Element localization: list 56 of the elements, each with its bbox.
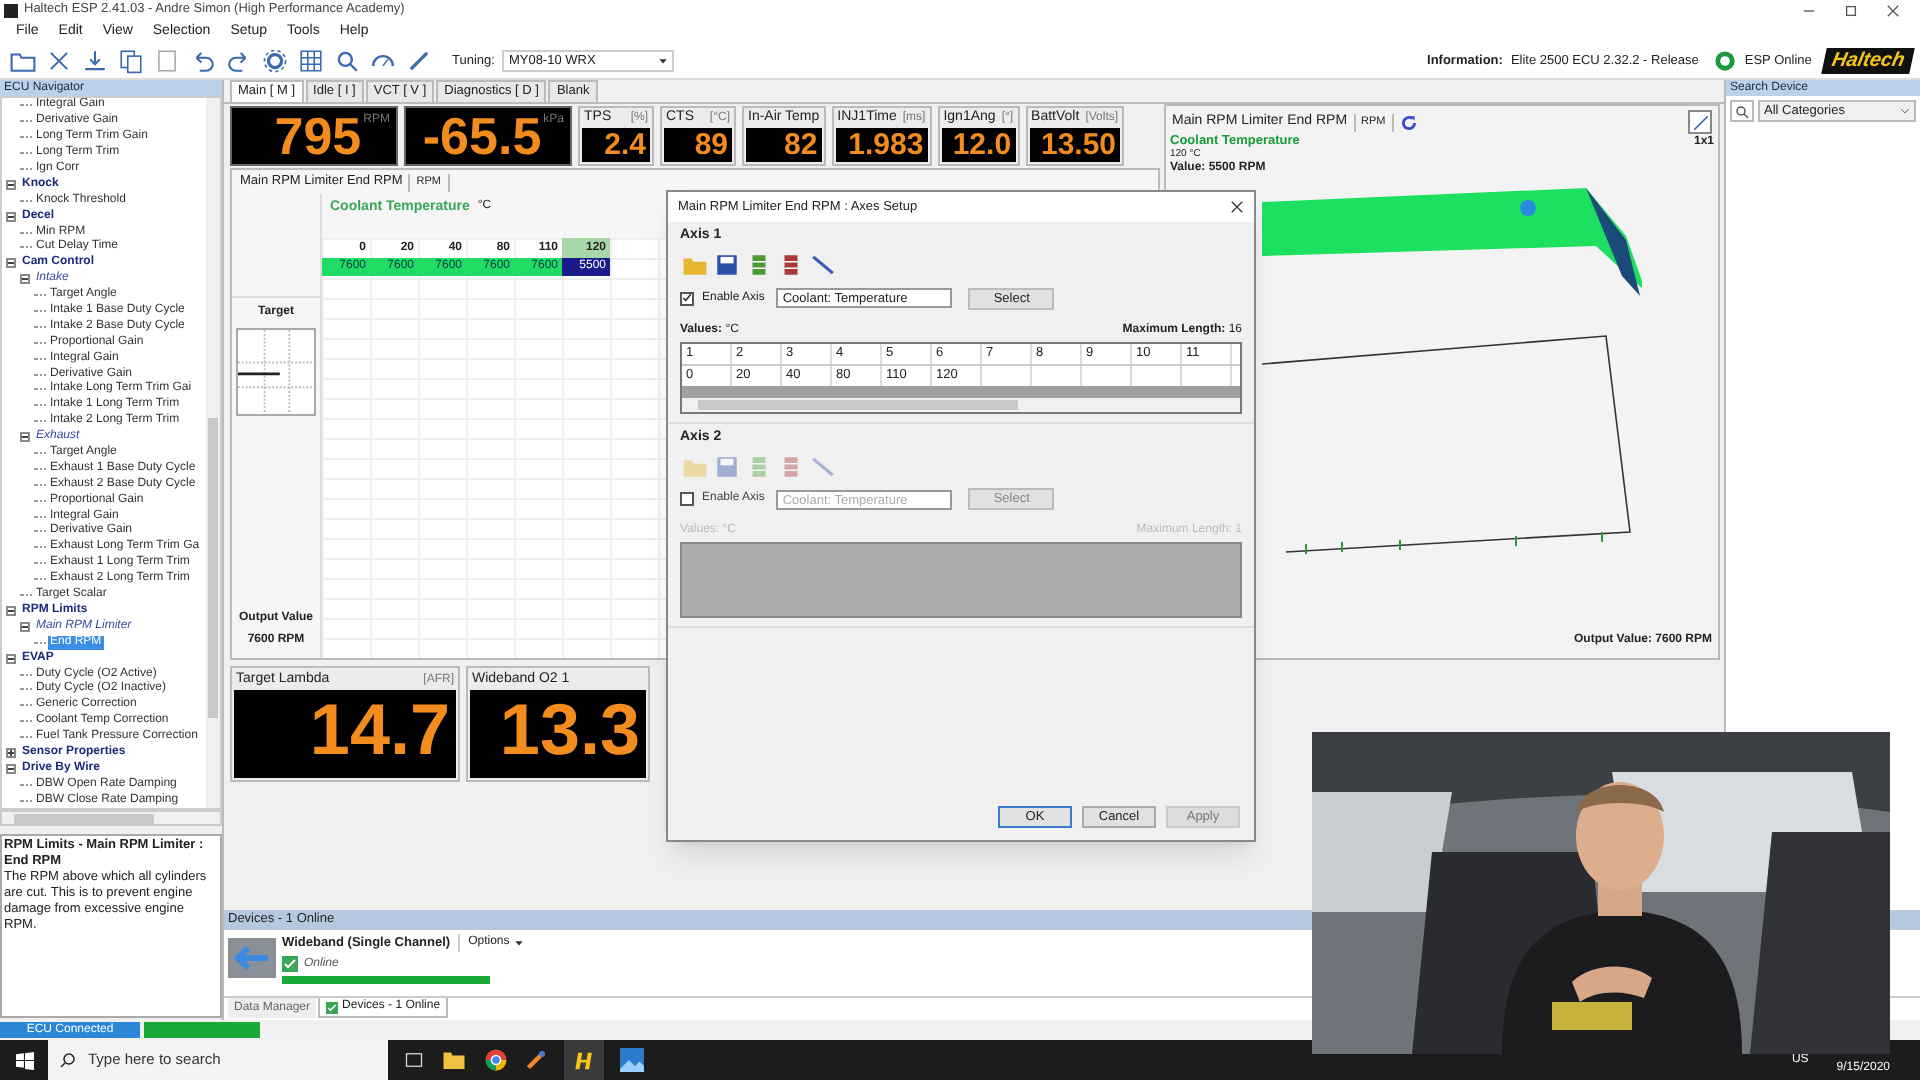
folder-icon[interactable] [8, 47, 36, 75]
gauge-value: 89 [664, 128, 732, 162]
collapse-toggle-icon[interactable] [20, 432, 30, 443]
caret-icon [658, 56, 669, 66]
save-icon[interactable] [712, 251, 740, 279]
gauge-value: 14.7 [234, 690, 456, 778]
grid-icon[interactable] [296, 47, 324, 75]
copy-icon[interactable] [116, 47, 144, 75]
photos-icon [620, 1048, 644, 1072]
pen-icon[interactable] [404, 47, 432, 75]
collapse-toggle-icon[interactable] [6, 258, 16, 269]
check-icon [282, 956, 298, 973]
collapse-toggle-icon[interactable] [6, 179, 16, 190]
collapse-toggle-icon[interactable] [6, 653, 16, 664]
online-status-icon [1714, 50, 1737, 72]
close-icon [1230, 200, 1244, 214]
browser-icon [484, 1048, 508, 1072]
collapse-toggle-icon[interactable] [6, 211, 16, 222]
gauge-value: 2.4 [582, 128, 650, 162]
refresh-icon [1399, 113, 1418, 131]
search-button[interactable] [1730, 100, 1754, 122]
collapse-toggle-icon[interactable] [20, 274, 30, 285]
horizontal-scrollbar[interactable] [0, 810, 222, 826]
folder-icon [440, 1048, 468, 1072]
search-icon[interactable] [332, 47, 360, 75]
gauge-value: 1.983 [835, 128, 928, 162]
check-icon [326, 1001, 339, 1013]
expand-toggle-icon[interactable] [6, 747, 16, 758]
caret-icon [1900, 106, 1910, 116]
app-taskbar-button[interactable] [564, 1040, 604, 1080]
target-crosshair-icon [236, 328, 316, 416]
gauge-value: 13.3 [470, 690, 646, 778]
enable-axis-checkbox[interactable] [680, 291, 694, 305]
interpolate-icon[interactable] [808, 251, 836, 279]
settings-icon[interactable] [260, 47, 288, 75]
enable-axis-checkbox[interactable] [680, 492, 694, 506]
brand-logo: Haltech [1821, 48, 1915, 74]
restore-icon [1844, 3, 1858, 17]
task-view-icon [404, 1050, 424, 1070]
app-logo-icon [4, 3, 18, 17]
gauge-value: 82 [746, 128, 822, 162]
search-icon [60, 1052, 76, 1068]
collapse-toggle-icon[interactable] [20, 621, 30, 632]
gauge-value: 13.50 [1029, 128, 1121, 162]
redo-icon[interactable] [224, 47, 252, 75]
collapse-toggle-icon[interactable] [6, 605, 16, 616]
gauge-value: 12.0 [941, 128, 1016, 162]
caret-icon [513, 938, 524, 949]
vertical-scrollbar[interactable] [206, 98, 220, 808]
download-icon[interactable] [80, 47, 108, 75]
windows-logo-icon [15, 1051, 33, 1069]
tool-icon [524, 1048, 548, 1072]
view-toggle-button[interactable] [1688, 110, 1712, 134]
close-icon [1886, 3, 1900, 17]
app-logo-icon [573, 1049, 595, 1071]
collapse-toggle-icon[interactable] [6, 763, 16, 774]
